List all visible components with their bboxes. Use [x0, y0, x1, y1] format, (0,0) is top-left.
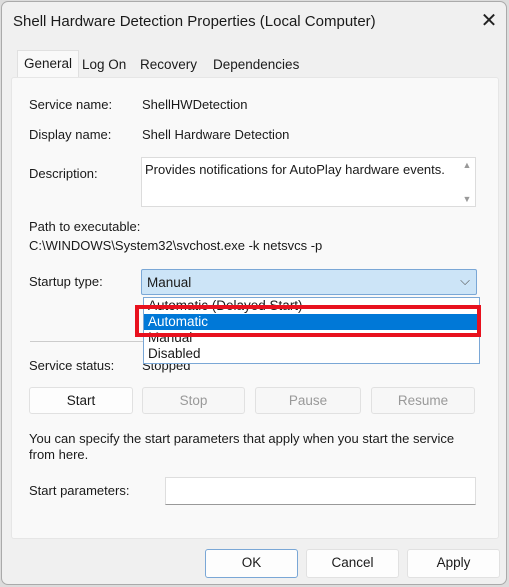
startup-type-label: Startup type: — [29, 274, 103, 289]
start-button[interactable]: Start — [29, 387, 133, 414]
tab-log-on[interactable]: Log On — [76, 52, 132, 77]
service-name-label: Service name: — [29, 97, 113, 112]
tab-recovery[interactable]: Recovery — [134, 52, 203, 77]
highlight-annotation — [135, 305, 481, 337]
apply-button[interactable]: Apply — [407, 549, 500, 578]
close-icon[interactable]: ✕ — [476, 8, 502, 34]
start-params-hint: You can specify the start parameters tha… — [29, 431, 455, 462]
start-params-input[interactable] — [165, 477, 476, 505]
path-label: Path to executable: — [29, 219, 141, 234]
startup-type-select[interactable]: Manual ⌵ — [141, 269, 477, 295]
display-name-label: Display name: — [29, 127, 112, 142]
display-name-value: Shell Hardware Detection — [142, 127, 290, 142]
description-label: Description: — [29, 166, 98, 181]
resume-button[interactable]: Resume — [371, 387, 475, 414]
stop-button[interactable]: Stop — [142, 387, 245, 414]
start-params-label: Start parameters: — [29, 483, 130, 498]
chevron-down-icon: ⌵ — [460, 273, 470, 288]
divider — [30, 341, 145, 342]
cancel-button[interactable]: Cancel — [306, 549, 399, 578]
option-disabled[interactable]: Disabled — [144, 346, 479, 362]
tab-general[interactable]: General — [17, 50, 80, 78]
scroll-down-icon[interactable]: ▼ — [459, 194, 475, 204]
properties-dialog: Shell Hardware Detection Properties (Loc… — [1, 1, 507, 585]
ok-button[interactable]: OK — [205, 549, 298, 578]
description-box[interactable]: Provides notifications for AutoPlay hard… — [141, 157, 476, 207]
window-title: Shell Hardware Detection Properties (Loc… — [13, 13, 376, 30]
service-status-label: Service status: — [29, 358, 115, 373]
startup-type-value: Manual — [147, 275, 192, 290]
scroll-up-icon[interactable]: ▲ — [459, 160, 475, 170]
path-value: C:\WINDOWS\System32\svchost.exe -k netsv… — [29, 238, 323, 253]
tab-dependencies[interactable]: Dependencies — [207, 52, 305, 77]
description-text: Provides notifications for AutoPlay hard… — [145, 162, 445, 177]
service-name-value: ShellHWDetection — [142, 97, 248, 112]
pause-button[interactable]: Pause — [255, 387, 361, 414]
